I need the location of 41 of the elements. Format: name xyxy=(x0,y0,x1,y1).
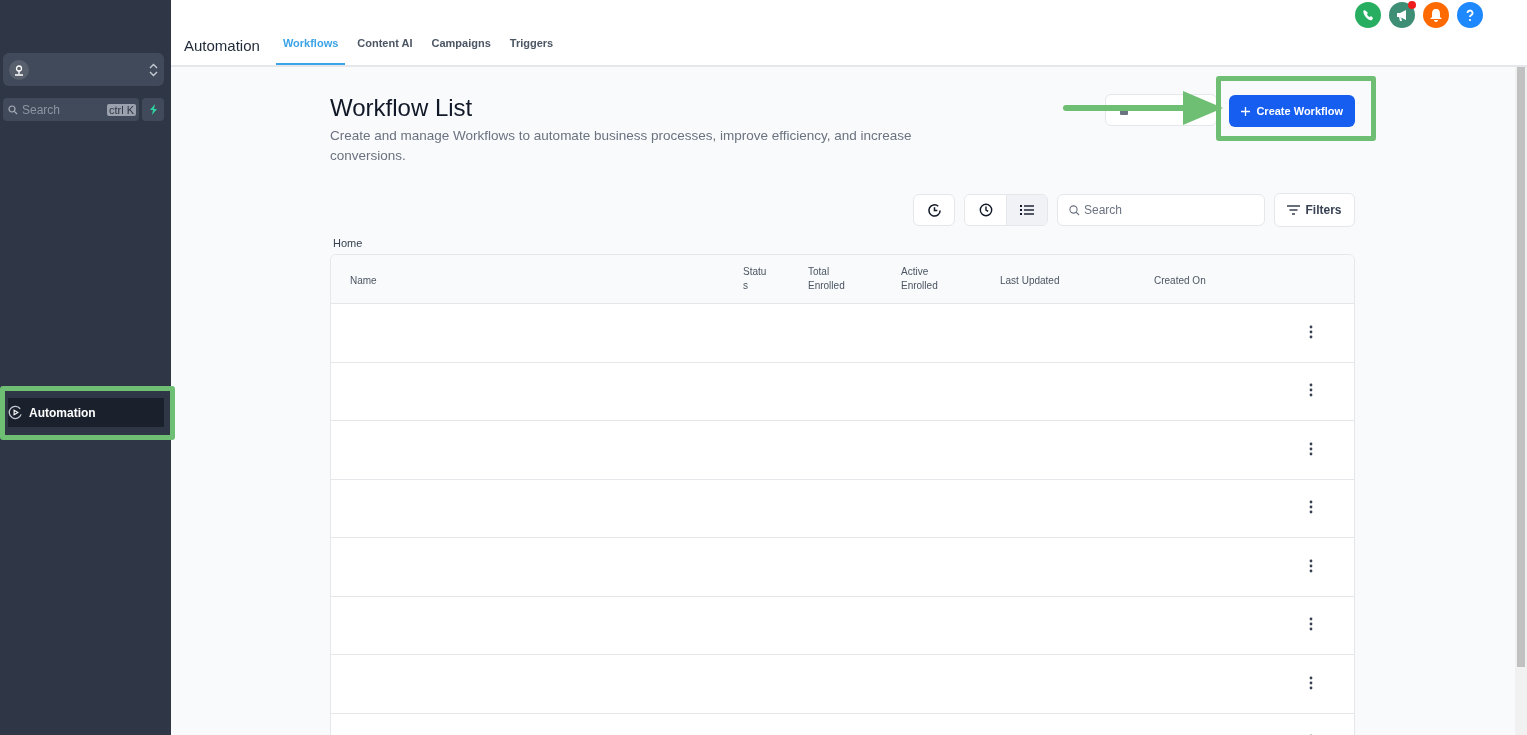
search-box[interactable]: Search xyxy=(1057,194,1265,226)
nav-tab[interactable]: Campaigns xyxy=(424,29,498,65)
list-icon xyxy=(1020,204,1034,216)
history-button[interactable] xyxy=(913,194,955,226)
round-icon-button[interactable] xyxy=(1423,2,1449,28)
sidebar-item[interactable]: Automation xyxy=(8,398,164,427)
scrollbar[interactable] xyxy=(1515,67,1527,735)
section-title: Automation xyxy=(184,36,260,54)
location-switcher[interactable] xyxy=(3,53,164,86)
chevron-updown-icon xyxy=(149,62,158,77)
search-icon xyxy=(1069,204,1080,216)
create-workflow-button[interactable]: Create Workflow xyxy=(1229,95,1355,127)
view-toggle[interactable] xyxy=(965,195,1006,225)
breadcrumb[interactable]: Home xyxy=(333,237,1355,249)
clock-refresh-icon xyxy=(926,202,942,218)
nav-tab[interactable]: Content AI xyxy=(350,29,420,65)
filters-button[interactable]: Filters xyxy=(1274,193,1355,227)
search-input[interactable]: Search xyxy=(22,102,92,117)
play-circle-icon xyxy=(8,405,23,420)
location-pin-icon xyxy=(9,59,29,80)
round-icon-button[interactable] xyxy=(1457,2,1483,28)
page-title: Workflow List xyxy=(330,94,474,122)
clock-icon xyxy=(978,203,993,217)
nav-tab[interactable]: Triggers xyxy=(502,29,561,65)
view-toggle[interactable] xyxy=(1006,195,1047,225)
filter-icon xyxy=(1287,205,1301,215)
quick-action-button[interactable] xyxy=(142,98,164,121)
column-header: Status xyxy=(743,265,768,293)
column-header: Total Enrolled xyxy=(808,265,846,293)
column-header: Name xyxy=(350,274,377,288)
column-header: Active Enrolled xyxy=(901,265,939,293)
plus-icon xyxy=(1241,106,1251,116)
column-header: Created On xyxy=(1154,274,1206,288)
column-header: Last Updated xyxy=(1000,274,1060,288)
search-icon xyxy=(8,104,18,115)
page-description: Create and manage Workflows to automate business processes, improve efficiency, and increase conversions. xyxy=(330,127,913,165)
round-icon-button[interactable] xyxy=(1355,2,1381,28)
lightning-icon xyxy=(148,104,158,115)
round-icon-button[interactable] xyxy=(1389,2,1415,28)
search-box[interactable]: Search ctrl K xyxy=(3,98,139,121)
shortcut-hint: ctrl K xyxy=(106,103,136,116)
